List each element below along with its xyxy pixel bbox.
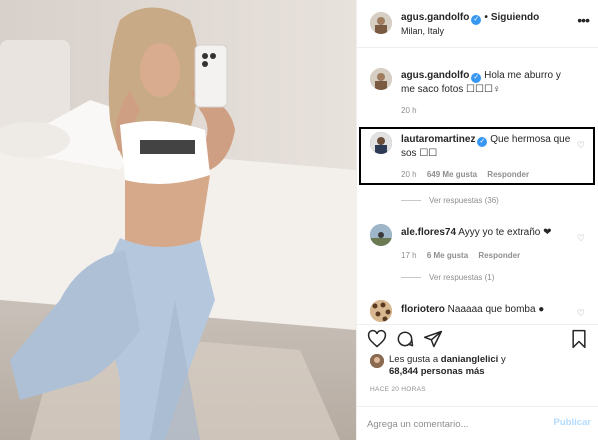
likes-summary: Les gusta a danianglelici y 68,844 perso… xyxy=(357,352,598,380)
location-link[interactable]: Milan, Italy xyxy=(401,26,444,36)
likes-text: Les gusta a danianglelici y 68,844 perso… xyxy=(389,354,506,378)
verified-icon: ✓ xyxy=(471,73,482,83)
view-replies-label: Ver respuestas (1) xyxy=(429,273,495,282)
post-image xyxy=(0,0,356,440)
view-replies-label: Ver respuestas (36) xyxy=(429,196,499,205)
post-header: agus.gandolfo ✓ • Siguiendo Milan, Italy ••… xyxy=(357,0,598,48)
heart-icon[interactable]: ♡ xyxy=(577,308,585,319)
verified-icon: ✓ xyxy=(471,15,482,25)
comment-icon[interactable] xyxy=(395,329,415,349)
action-bar xyxy=(357,324,598,352)
author-username[interactable]: agus.gandolfo xyxy=(401,12,469,23)
share-icon[interactable] xyxy=(423,329,443,349)
comment-username[interactable]: ale.flores74 xyxy=(401,227,456,238)
view-replies-button[interactable]: Ver respuestas (36) xyxy=(401,196,499,205)
comment-meta: 17 h 6 Me gusta Responder xyxy=(401,251,528,260)
likes-count[interactable]: 68,844 personas más xyxy=(389,366,485,377)
comment-text: Ayyy yo te extraño ❤ xyxy=(458,227,552,238)
post-side-panel: agus.gandolfo ✓ • Siguiendo Milan, Italy ••… xyxy=(356,0,598,440)
reply-button[interactable]: Responder xyxy=(487,170,529,179)
header-line: agus.gandolfo ✓ • Siguiendo xyxy=(401,12,539,25)
likes-prefix: Les gusta a xyxy=(389,354,439,365)
comment-username[interactable]: floriotero xyxy=(401,304,445,315)
post-timestamp[interactable]: HACE 20 HORAS xyxy=(370,386,426,393)
author-avatar[interactable] xyxy=(370,12,392,34)
comment-avatar[interactable] xyxy=(370,132,392,154)
comment-likes[interactable]: 649 Me gusta xyxy=(427,170,477,179)
heart-icon[interactable] xyxy=(367,329,387,349)
comment-item: floriotero Naaaaa que bomba ● ♡ xyxy=(357,298,598,324)
comment-item: ale.flores74 Ayyy yo te extraño ❤ 17 h 6… xyxy=(357,223,598,273)
comments-list[interactable]: agus.gandolfo ✓ Hola me aburro y me saco … xyxy=(357,48,598,324)
reply-line xyxy=(401,277,421,279)
reply-line xyxy=(401,200,421,202)
add-comment-bar: Publicar xyxy=(357,406,598,440)
bookmark-icon[interactable] xyxy=(569,329,589,349)
liker-username[interactable]: danianglelici xyxy=(441,354,499,365)
caption-text-block: agus.gandolfo ✓ Hola me aburro y me saco … xyxy=(401,69,577,96)
following-button[interactable]: Siguiendo xyxy=(491,12,539,23)
caption-username[interactable]: agus.gandolfo xyxy=(401,70,469,81)
verified-icon: ✓ xyxy=(477,137,488,147)
liker-avatar[interactable] xyxy=(370,354,384,368)
comment-avatar[interactable] xyxy=(370,224,392,246)
comment-item: lautaromartinez ✓ Que hermosa que sos ☐☐ … xyxy=(357,130,598,186)
more-icon[interactable]: ••• xyxy=(577,12,590,28)
comment-avatar[interactable] xyxy=(370,300,392,322)
comment-text-block: floriotero Naaaaa que bomba ● xyxy=(401,303,577,316)
caption: agus.gandolfo ✓ Hola me aburro y me saco … xyxy=(357,66,598,126)
comment-time[interactable]: 17 h xyxy=(401,251,417,260)
likes-suffix: y xyxy=(500,354,506,365)
comment-likes[interactable]: 6 Me gusta xyxy=(427,251,468,260)
comment-text-block: ale.flores74 Ayyy yo te extraño ❤ xyxy=(401,226,577,239)
caption-meta: 20 h xyxy=(401,106,425,115)
comment-username[interactable]: lautaromartinez xyxy=(401,134,475,145)
separator-dot: • xyxy=(484,12,488,23)
comment-input[interactable] xyxy=(367,417,537,431)
view-replies-button[interactable]: Ver respuestas (1) xyxy=(401,273,494,282)
publish-button[interactable]: Publicar xyxy=(554,417,592,428)
heart-icon[interactable]: ♡ xyxy=(577,140,585,151)
caption-time[interactable]: 20 h xyxy=(401,106,417,115)
post-photo[interactable] xyxy=(0,0,356,440)
caption-avatar[interactable] xyxy=(370,68,392,90)
reply-button[interactable]: Responder xyxy=(478,251,520,260)
comment-text-block: lautaromartinez ✓ Que hermosa que sos ☐☐ xyxy=(401,133,577,160)
comment-meta: 20 h 649 Me gusta Responder xyxy=(401,170,537,179)
comment-time[interactable]: 20 h xyxy=(401,170,417,179)
comment-text: Naaaaa que bomba ● xyxy=(447,304,545,315)
heart-icon[interactable]: ♡ xyxy=(577,233,585,244)
